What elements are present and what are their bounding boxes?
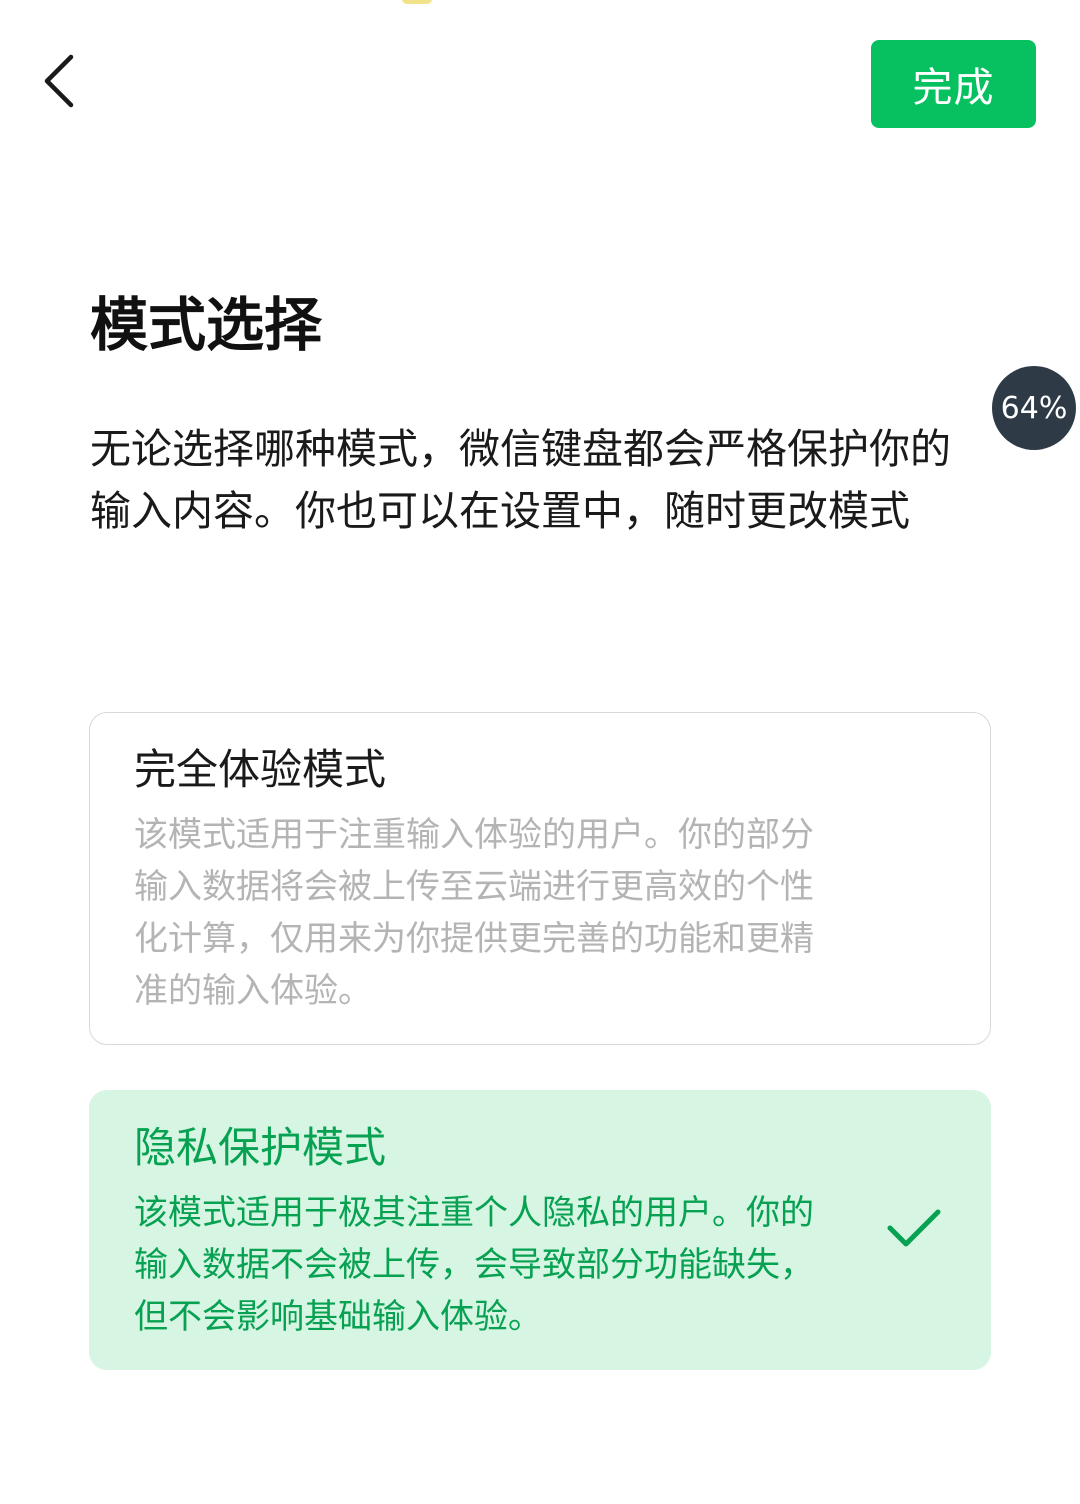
status-indicator-dot [402,0,432,4]
chevron-left-icon [42,54,76,112]
back-button[interactable] [26,50,92,116]
progress-badge: 64% [992,366,1076,450]
done-button[interactable]: 完成 [871,40,1036,128]
mode-option-privacy-protection[interactable]: 隐私保护模式 该模式适用于极其注重个人隐私的用户。你的输入数据不会被上传，会导致… [89,1090,991,1370]
mode-title: 隐私保护模式 [134,1123,387,1172]
mode-description: 该模式适用于注重输入体验的用户。你的部分输入数据将会被上传至云端进行更高效的个性… [134,815,814,1011]
page-title: 模式选择 [90,291,323,359]
mode-description: 该模式适用于极其注重个人隐私的用户。你的输入数据不会被上传，会导致部分功能缺失，… [134,1193,814,1337]
intro-text: 无论选择哪种模式，微信键盘都会严格保护你的输入内容。你也可以在设置中，随时更改模… [90,425,951,535]
mode-option-full-experience[interactable]: 完全体验模式 该模式适用于注重输入体验的用户。你的部分输入数据将会被上传至云端进… [89,712,991,1045]
mode-title: 完全体验模式 [134,745,387,794]
checkmark-icon [886,1206,942,1250]
